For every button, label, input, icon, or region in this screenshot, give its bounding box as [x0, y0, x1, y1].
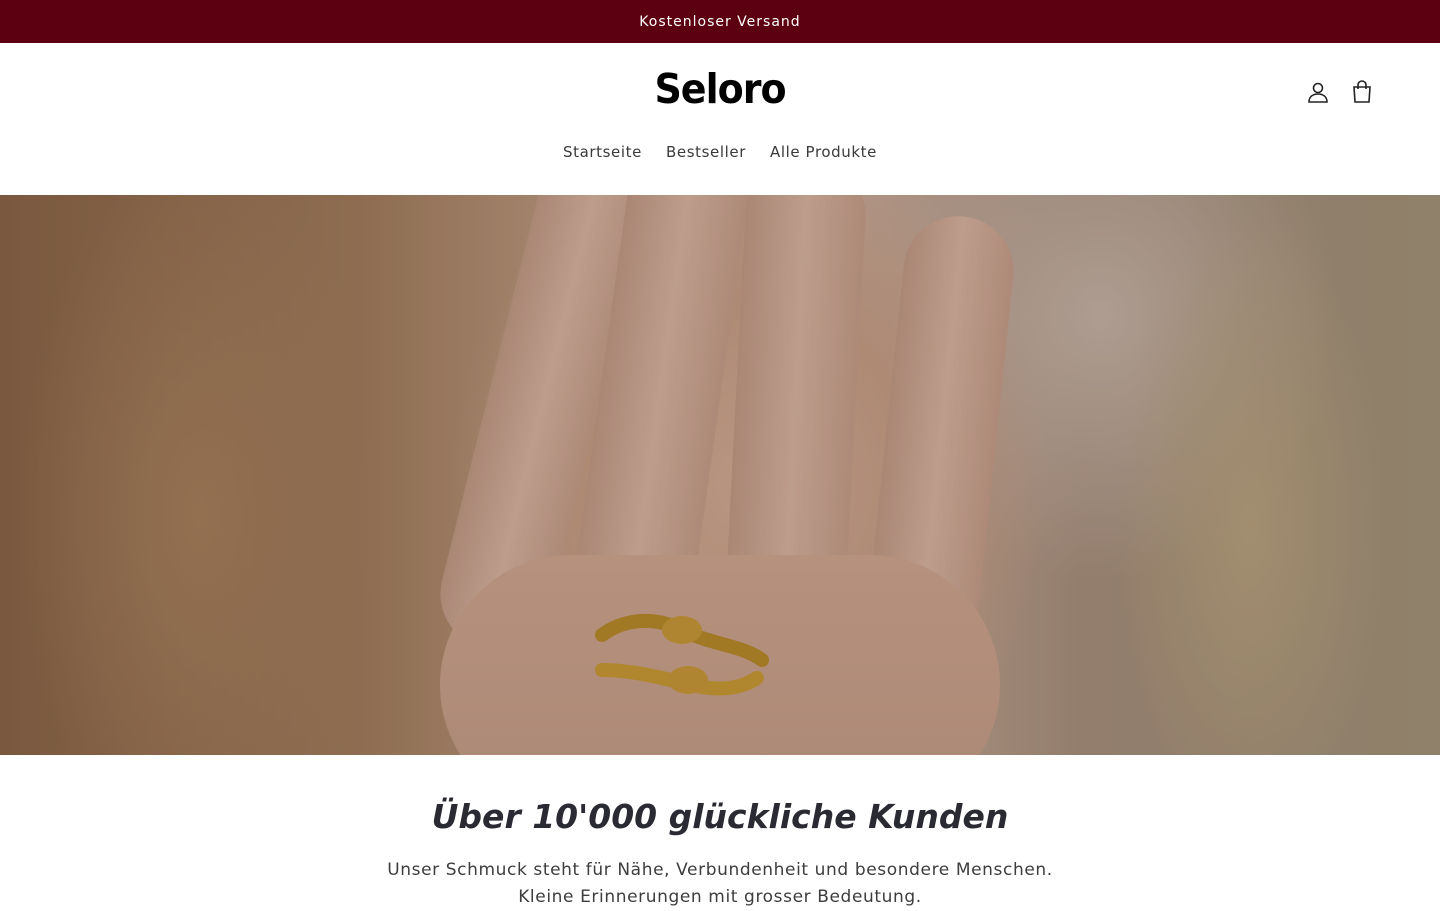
- nav-item-alle-produkte[interactable]: Alle Produkte: [770, 143, 877, 161]
- site-header: Seloro Startseite Bestseller Alle Produk…: [0, 43, 1440, 195]
- nav-item-bestseller[interactable]: Bestseller: [666, 143, 746, 161]
- account-icon[interactable]: [1306, 79, 1330, 105]
- hero-overlay: [0, 195, 1440, 755]
- header-icons: [1306, 79, 1374, 105]
- intro-text: Unser Schmuck steht für Nähe, Verbundenh…: [387, 860, 1053, 907]
- main-nav: Startseite Bestseller Alle Produkte: [0, 143, 1440, 161]
- hero-banner[interactable]: [0, 195, 1440, 755]
- announcement-text: Kostenloser Versand: [639, 13, 801, 30]
- nav-item-startseite[interactable]: Startseite: [563, 143, 642, 161]
- announcement-bar: Kostenloser Versand: [0, 0, 1440, 43]
- intro-section: Über 10'000 glückliche Kunden Unser Schm…: [0, 755, 1440, 907]
- cart-icon[interactable]: [1350, 79, 1374, 105]
- intro-headline: Über 10'000 glückliche Kunden: [431, 797, 1009, 836]
- store-logo[interactable]: Seloro: [0, 65, 1440, 113]
